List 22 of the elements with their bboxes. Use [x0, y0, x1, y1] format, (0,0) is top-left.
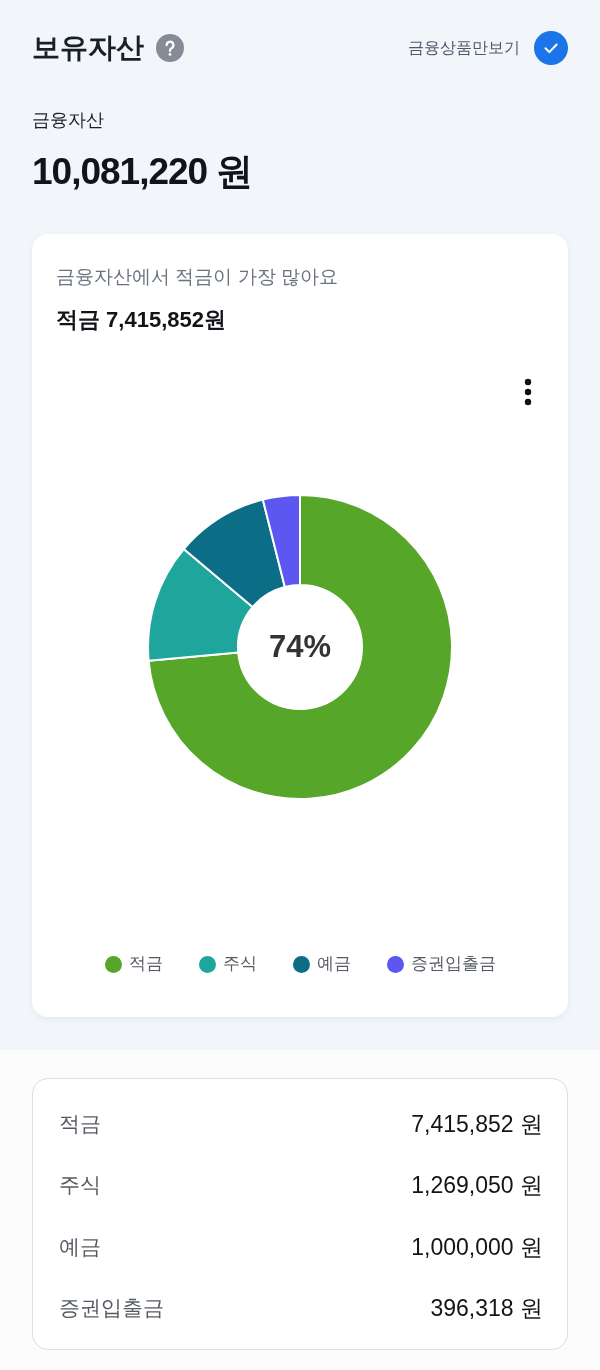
legend-label: 예금 [316, 953, 351, 975]
checkbox[interactable] [534, 31, 568, 65]
total-amount: 10,081,220 원 [32, 150, 254, 194]
card-subtitle: 금융자산에서 적금이 가장 많아요 [56, 265, 339, 289]
asset-amount: 1,269,050 원 [411, 1171, 543, 1201]
asset-label: 적금 [59, 1110, 101, 1137]
asset-amount: 396,318 원 [430, 1294, 543, 1324]
more-options-icon[interactable] [524, 378, 532, 406]
card-headline: 적금 7,415,852원 [56, 306, 227, 334]
summary-label: 금융자산 [32, 109, 105, 132]
legend-label: 적금 [128, 953, 163, 975]
asset-label: 증권입출금 [59, 1295, 164, 1322]
asset-amount: 7,415,852 원 [411, 1109, 543, 1139]
help-icon[interactable] [156, 34, 184, 62]
legend-label: 주식 [222, 953, 257, 975]
page-title: 보유자산 [32, 31, 144, 65]
asset-label: 예금 [59, 1233, 101, 1260]
legend-label: 증권입출금 [410, 953, 496, 975]
center-percent: 74% [269, 629, 331, 665]
asset-amount: 1,000,000 원 [411, 1232, 543, 1262]
filter-label[interactable]: 금융상품만보기 [408, 37, 520, 59]
asset-label: 주식 [59, 1172, 101, 1199]
